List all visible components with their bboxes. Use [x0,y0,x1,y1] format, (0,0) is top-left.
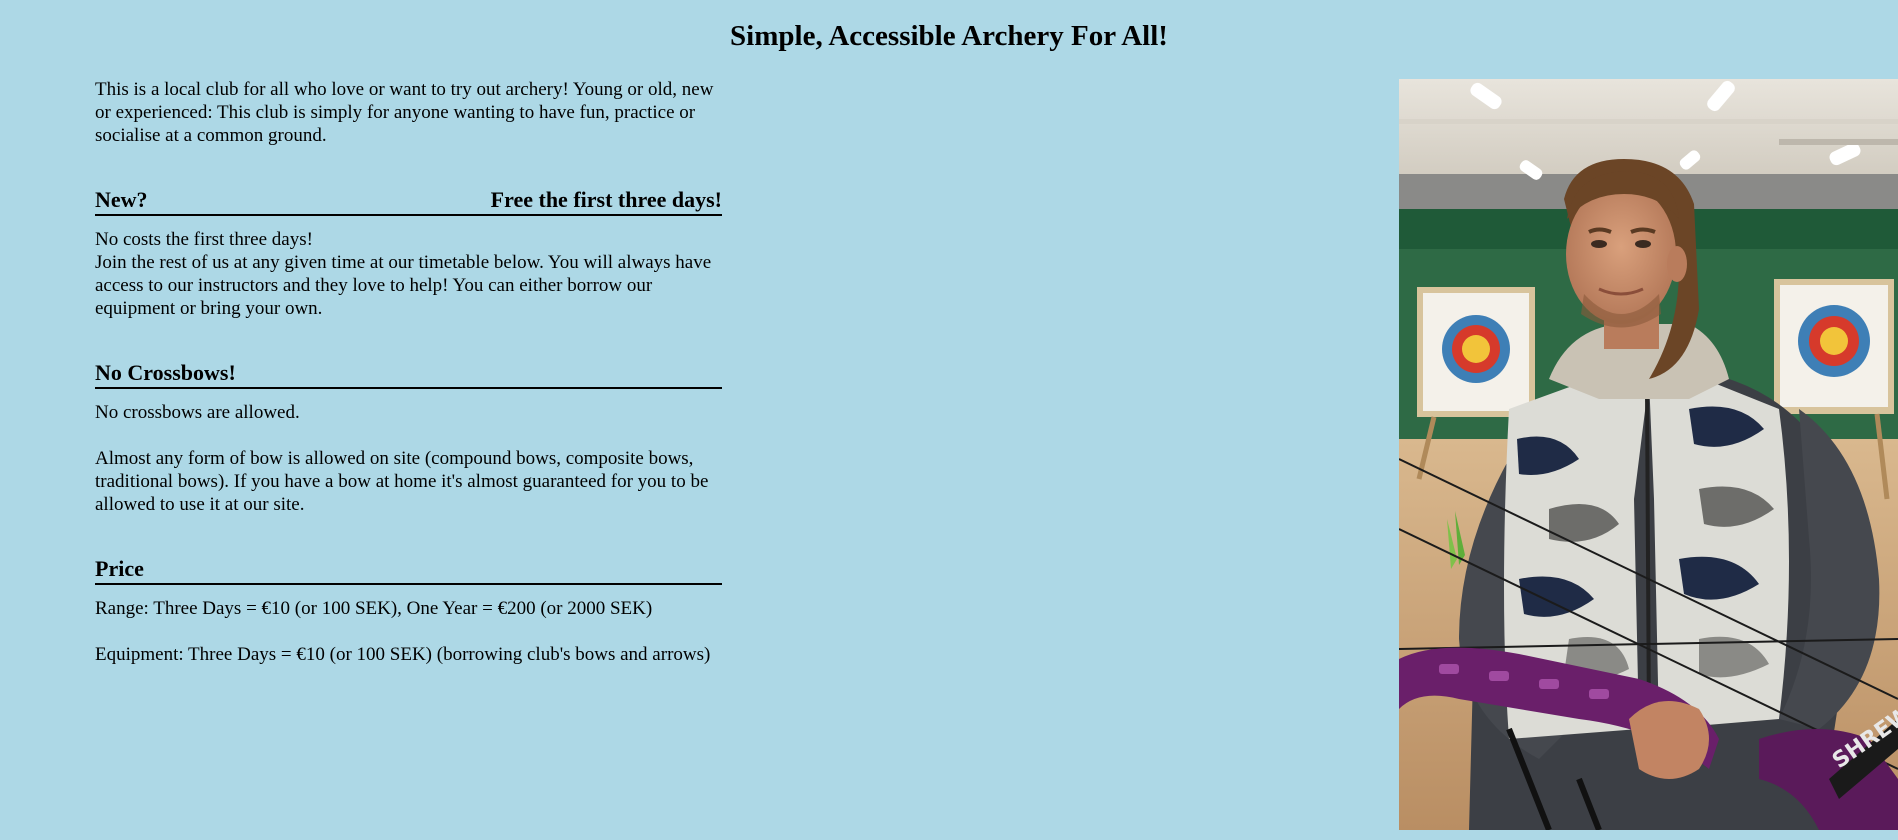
archer-photo-illustration: SHREW [1399,79,1898,830]
section-crossbows: No Crossbows! No crossbows are allowed. … [95,360,722,516]
section-price-body: Range: Three Days = €10 (or 100 SEK), On… [95,597,722,666]
price-range-line: Range: Three Days = €10 (or 100 SEK), On… [95,598,653,619]
section-price: Price Range: Three Days = €10 (or 100 SE… [95,556,722,666]
page-title: Simple, Accessible Archery For All! [730,20,1168,52]
hand [1629,701,1709,779]
section-crossbows-heading: No Crossbows! [95,360,722,389]
section-new-subtitle: Free the first three days! [490,187,722,212]
main-content: This is a local club for all who love or… [95,78,722,666]
section-crossbows-title: No Crossbows! [95,360,236,385]
section-new-title: New? [95,187,148,212]
price-equipment-line: Equipment: Three Days = €10 (or 100 SEK)… [95,644,711,665]
section-crossbows-line1: No crossbows are allowed. [95,402,300,423]
section-new: New? Free the first three days! No costs… [95,187,722,320]
intro-text: This is a local club for all who love or… [95,79,714,146]
section-crossbows-body: No crossbows are allowed. Almost any for… [95,401,722,516]
section-new-heading: New? Free the first three days! [95,187,722,216]
section-new-line1: No costs the first three days! [95,229,313,250]
section-price-title: Price [95,556,144,581]
section-new-line2: Join the rest of us at any given time at… [95,252,712,319]
archer-photo: SHREW [1399,79,1898,830]
section-new-body: No costs the first three days! Join the … [95,228,722,320]
section-crossbows-line2: Almost any form of bow is allowed on sit… [95,448,709,515]
section-price-heading: Price [95,556,722,585]
